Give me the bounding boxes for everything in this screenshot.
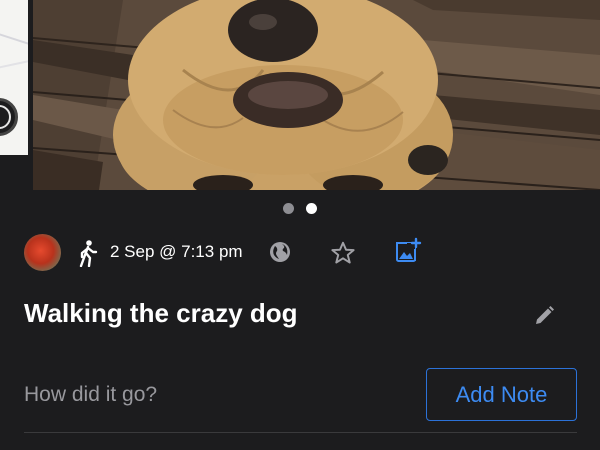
pencil-edit-icon[interactable] [532, 304, 556, 328]
page-dot-active[interactable] [306, 203, 317, 214]
map-road [0, 30, 28, 52]
photo-carousel[interactable] [0, 0, 600, 190]
page-indicator [0, 203, 600, 214]
add-photo-icon[interactable] [394, 237, 422, 265]
map-location-pin [0, 98, 18, 136]
walking-person-icon [79, 240, 98, 267]
divider [24, 432, 577, 433]
star-outline-icon[interactable] [330, 240, 356, 266]
activity-detail-screen: 2 Sep @ 7:13 pm Walking the crazy dog Ad… [0, 0, 600, 450]
activity-title: Walking the crazy dog [24, 298, 298, 328]
page-dot[interactable] [283, 203, 294, 214]
map-road [0, 55, 28, 71]
activity-meta-row: 2 Sep @ 7:13 pm [24, 234, 584, 271]
avatar[interactable] [24, 234, 61, 271]
activity-date-time: 2 Sep @ 7:13 pm [110, 242, 243, 261]
dog-photo[interactable] [33, 0, 600, 190]
globe-icon[interactable] [268, 240, 292, 264]
dog-photo-image [33, 0, 600, 190]
note-input[interactable] [24, 380, 404, 410]
add-note-button[interactable]: Add Note [426, 368, 577, 421]
map-thumbnail[interactable] [0, 0, 28, 155]
